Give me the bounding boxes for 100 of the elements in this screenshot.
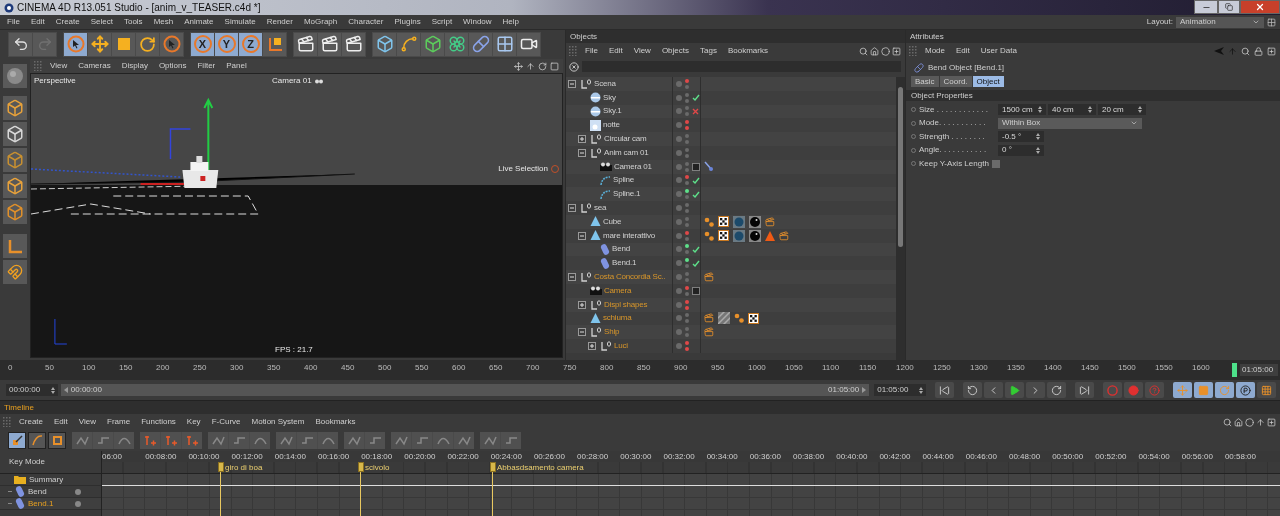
menu-item[interactable]: Bookmarks bbox=[727, 45, 768, 57]
object-name[interactable]: notte bbox=[603, 119, 620, 132]
current-time-field[interactable]: 01:05:00 bbox=[1240, 364, 1278, 376]
object-name[interactable]: Spline bbox=[613, 174, 635, 187]
menu-item[interactable]: Create bbox=[19, 416, 43, 428]
object-name[interactable]: sea bbox=[594, 202, 607, 215]
menu-item[interactable]: Filter bbox=[197, 60, 216, 72]
object-name[interactable]: Bend bbox=[612, 243, 630, 256]
menu-item[interactable]: Animate bbox=[184, 16, 214, 28]
menu-item[interactable]: Tags bbox=[700, 45, 717, 57]
menu-item[interactable]: Edit bbox=[54, 416, 68, 428]
frame-number: 700 bbox=[526, 362, 541, 374]
object-name[interactable]: Sky bbox=[603, 91, 616, 104]
menu-item[interactable]: Create bbox=[55, 16, 80, 28]
menu-item[interactable]: Simulate bbox=[224, 16, 256, 28]
menu-item[interactable]: Options bbox=[158, 60, 187, 72]
object-name[interactable]: mare interattivo bbox=[603, 229, 655, 242]
menu-item[interactable]: Functions bbox=[141, 416, 176, 428]
range-slider[interactable]: 00:00:00 01:05:00 bbox=[60, 384, 870, 396]
menu-item[interactable]: Plugins bbox=[394, 16, 421, 28]
menu-item[interactable]: Cameras bbox=[78, 60, 111, 72]
axis-lock-button[interactable]: X bbox=[191, 32, 214, 56]
object-name[interactable]: Camera 01 bbox=[614, 160, 652, 173]
menu-item[interactable]: User Data bbox=[980, 45, 1017, 57]
frame-number: 0 bbox=[8, 362, 14, 374]
menu-item[interactable]: Edit bbox=[956, 45, 970, 57]
number-field[interactable]: 1500 cm bbox=[998, 104, 1046, 115]
menu-item[interactable]: Display bbox=[121, 60, 148, 72]
time-label: 00:42:00 bbox=[879, 451, 912, 462]
menu-item[interactable]: View bbox=[50, 60, 68, 72]
marker-label[interactable]: Abbasdsamento camera bbox=[497, 462, 584, 473]
track-row[interactable]: Bend bbox=[0, 486, 101, 498]
menu-item[interactable]: File bbox=[585, 45, 598, 57]
menu-item[interactable]: Motion System bbox=[251, 416, 305, 428]
window-title: CINEMA 4D R13.051 Studio - [anim_v_TEASER.c4d *] bbox=[17, 1, 261, 15]
frame-number: 150 bbox=[119, 362, 134, 374]
menu-item[interactable]: Render bbox=[266, 16, 293, 28]
marker-label[interactable]: scivolo bbox=[365, 462, 390, 473]
menu-item[interactable]: MoGraph bbox=[303, 16, 338, 28]
menu-item[interactable]: View bbox=[633, 45, 651, 57]
menu-item[interactable]: Window bbox=[463, 16, 492, 28]
tab[interactable]: Object bbox=[972, 76, 1004, 87]
menu-item[interactable]: Mesh bbox=[153, 16, 174, 28]
object-name[interactable]: Scena bbox=[594, 77, 616, 90]
fps-readout: FPS : 21.7 bbox=[275, 344, 313, 356]
object-name[interactable]: schiuma bbox=[603, 312, 632, 325]
time-label: 00:28:00 bbox=[577, 451, 610, 462]
viewport[interactable]: Perspective Camera 01 Live Selection FPS : 21.7 bbox=[30, 73, 563, 358]
tab[interactable]: Basic bbox=[911, 76, 939, 87]
time-label: 00:38:00 bbox=[793, 451, 826, 462]
tool-name: Live Selection bbox=[498, 163, 548, 175]
menu-item[interactable]: Objects bbox=[661, 45, 689, 57]
menu-item[interactable]: File bbox=[7, 16, 20, 28]
object-name[interactable]: Sky.1 bbox=[603, 105, 622, 118]
frame-number: 750 bbox=[563, 362, 578, 374]
layout-dropdown[interactable]: Animation bbox=[1176, 16, 1264, 28]
menu-item[interactable]: Bookmarks bbox=[315, 416, 356, 428]
menu-item[interactable]: Character bbox=[348, 16, 384, 28]
track-row[interactable]: Summary bbox=[0, 474, 101, 486]
marker-label[interactable]: giro di boa bbox=[225, 462, 263, 473]
panel-title: Timeline bbox=[4, 401, 34, 414]
menu-item[interactable]: Tools bbox=[123, 16, 143, 28]
menu-item[interactable]: Edit bbox=[608, 45, 623, 57]
frame-number: 450 bbox=[341, 362, 356, 374]
object-name[interactable]: Cube bbox=[603, 215, 622, 228]
tab[interactable]: Coord. bbox=[939, 76, 972, 87]
menu-item[interactable]: F-Curve bbox=[211, 416, 241, 428]
object-name[interactable]: Ship bbox=[604, 326, 620, 339]
object-name[interactable]: Spline.1 bbox=[613, 188, 641, 201]
menu-item[interactable]: Frame bbox=[107, 416, 131, 428]
object-name[interactable]: Camera bbox=[604, 284, 632, 297]
menu-item[interactable]: Select bbox=[90, 16, 113, 28]
object-name[interactable]: Circular cam bbox=[604, 133, 647, 146]
frame-number: 1250 bbox=[933, 362, 952, 374]
start-time-field[interactable]: 00:00:00 bbox=[6, 384, 58, 396]
mode-dropdown[interactable]: Within Box bbox=[998, 117, 1142, 129]
menu-item[interactable]: Script bbox=[431, 16, 453, 28]
object-name[interactable]: Luci bbox=[614, 340, 628, 353]
track-row[interactable]: Bend.1 bbox=[0, 498, 101, 510]
field-label: Mode. . . . . . . . . . . bbox=[919, 117, 987, 129]
menu-item[interactable]: Mode bbox=[925, 45, 945, 57]
end-time-field[interactable]: 01:05:00 bbox=[874, 384, 926, 396]
axis-lock-button[interactable]: Z bbox=[239, 32, 262, 56]
menu-item[interactable]: Edit bbox=[30, 16, 45, 28]
number-field[interactable]: 20 cm bbox=[1098, 104, 1146, 115]
time-label: 00:12:00 bbox=[231, 451, 264, 462]
menu-item[interactable]: Help bbox=[502, 16, 519, 28]
number-field[interactable]: -0.5 ° bbox=[998, 131, 1044, 142]
time-label: 00:22:00 bbox=[447, 451, 480, 462]
object-name[interactable]: Anim cam 01 bbox=[604, 146, 649, 159]
axis-lock-button[interactable]: Y bbox=[215, 32, 238, 56]
number-field[interactable]: 0 ° bbox=[998, 144, 1044, 156]
menu-item[interactable]: View bbox=[78, 416, 96, 428]
number-field[interactable]: 40 cm bbox=[1048, 104, 1096, 115]
mode-label: Key Mode bbox=[9, 456, 46, 468]
time-label: 00:32:00 bbox=[663, 451, 696, 462]
object-name[interactable]: Bend.1 bbox=[612, 257, 637, 270]
menu-item[interactable]: Panel bbox=[226, 60, 247, 72]
menu-item[interactable]: Key bbox=[186, 416, 201, 428]
object-name[interactable]: Displ shapes bbox=[604, 298, 648, 311]
